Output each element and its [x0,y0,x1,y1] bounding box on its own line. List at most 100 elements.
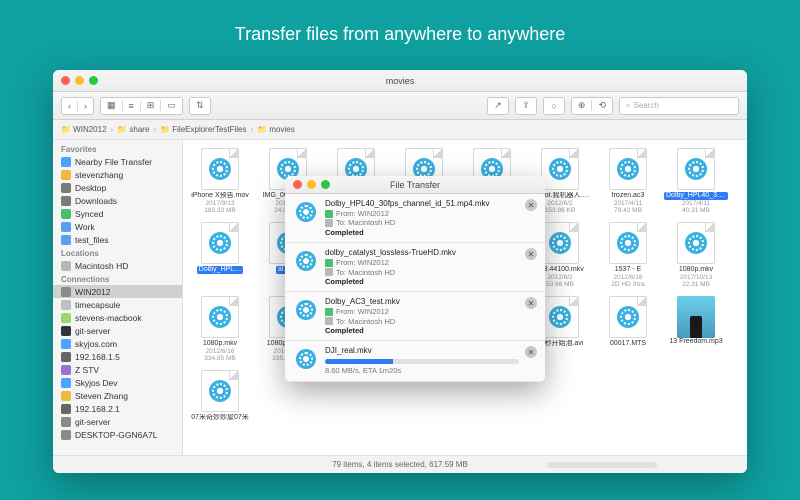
transfer-file-name: DJI_real.mkv [325,346,519,356]
transfer-from: From: WIN2012 [325,209,519,218]
sidebar-item[interactable]: Desktop [53,181,182,194]
file-icon [677,148,715,190]
sidebar-item[interactable]: skyjos.com [53,337,182,350]
sidebar-item[interactable]: test_files [53,233,182,246]
zoom-icon[interactable] [89,76,98,85]
file-item[interactable]: iPhone X预告.mov2017/9/13183.33 MB [187,146,253,216]
share-button[interactable]: ⇪ [515,97,537,115]
sidebar-item[interactable]: WIN2012 [53,285,182,298]
nav-buttons[interactable]: ‹› [61,97,94,115]
sidebar-item[interactable]: git-server [53,324,182,337]
sidebar-item-label: skyjos.com [75,339,117,349]
file-name: frozen.ac3 [612,192,645,200]
file-item[interactable]: 00017.MTS [595,294,661,364]
toolbar: ‹› ▦≡⊞▭ ⇅ ↗ ⇪ ○ ⊕⟲ ⌕Search [53,92,747,120]
sidebar-item[interactable]: DESKTOP-GGN6A7L [53,428,182,441]
sidebar-item[interactable]: Downloads [53,194,182,207]
transfer-cancel-button[interactable]: ✕ [525,297,537,309]
file-name: 1080p.mkv [679,266,713,274]
close-icon[interactable] [61,76,70,85]
sidebar-item-label: test_files [75,235,109,245]
sidebar-item-label: Z STV [75,365,99,375]
transfer-to: To: Macintosh HD [325,317,519,326]
file-item[interactable]: 1080p.mkv2017/10/1322.31 MB [663,220,729,290]
breadcrumb-item[interactable]: 📁 share [117,125,149,134]
sort-button[interactable]: ⇅ [189,97,211,115]
sidebar-item[interactable]: Skyjos Dev [53,376,182,389]
file-item[interactable]: 1537 - E2012/6/162D HD Xtra [595,220,661,290]
sidebar-item-label: Synced [75,209,103,219]
sidebar-item[interactable]: timecapsule [53,298,182,311]
file-icon [541,296,579,338]
file-item[interactable]: Dolby_HPL… [187,220,253,290]
sidebar-group: Favorites [53,142,182,155]
sidebar-item[interactable]: git-server [53,415,182,428]
sidebar-item-label: stevenzhang [75,170,123,180]
sidebar-item[interactable]: stevens-macbook [53,311,182,324]
sidebar-item[interactable]: 192.168.1.5 [53,350,182,363]
file-date: 2017/4/11 [614,200,642,207]
search-input[interactable]: ⌕Search [619,97,739,115]
view-buttons[interactable]: ▦≡⊞▭ [100,97,183,115]
file-size: 53.66 MB [546,281,574,288]
file-date: 2012/6/16 [206,348,235,355]
breadcrumb-item[interactable]: 📁 WIN2012 [61,125,107,134]
transfer-file-icon [293,199,319,225]
sidebar-item-label: Steven Zhang [75,391,128,401]
transfer-cancel-button[interactable]: ✕ [525,199,537,211]
file-item[interactable]: Dolby_HPL40_30fps_channel_id_51…2017/4/1… [663,146,729,216]
sidebar-item-icon [61,326,71,336]
file-item[interactable]: 07米奇妙妙屋07米 [187,368,253,424]
sidebar-group: Locations [53,246,182,259]
sidebar-item-icon [61,300,71,310]
sidebar: FavoritesNearby File Transfer stevenzhang… [53,140,183,455]
zoom-icon[interactable] [321,180,330,189]
file-date: 2012/6/2 [547,200,572,207]
file-item[interactable]: 13 Freedom.mp3 [663,294,729,364]
file-name: 13 Freedom.mp3 [669,338,722,346]
transfer-cancel-button[interactable]: ✕ [525,248,537,260]
transfer-file-name: Dolby_HPL40_30fps_channel_id_51.mp4.mkv [325,199,519,209]
sidebar-item-label: WIN2012 [75,287,110,297]
sidebar-item[interactable]: 192.168.2.1 [53,402,182,415]
tag-button[interactable]: ○ [543,97,565,115]
file-icon [201,370,239,412]
action-button[interactable]: ↗ [487,97,509,115]
file-name: 1537 - E [615,266,641,274]
file-item[interactable]: 1080p.mkv2012/6/16334.85 MB [187,294,253,364]
transfer-rate: 8.60 MB/s, ETA 1m20s [325,366,519,375]
sidebar-item-icon [61,261,71,271]
file-icon [609,222,647,264]
sidebar-item-icon [61,404,71,414]
file-size: 79.42 MB [614,207,642,214]
sidebar-item-icon [61,209,71,219]
sidebar-item-icon [61,222,71,232]
sidebar-item[interactable]: Macintosh HD [53,259,182,272]
minimize-icon[interactable] [307,180,316,189]
breadcrumb-item[interactable]: 📁 FileExplorerTestFiles [160,125,246,134]
transfer-file-name: Dolby_AC3_test.mkv [325,297,519,307]
space-bar [547,462,657,468]
minimize-icon[interactable] [75,76,84,85]
sidebar-item-label: git-server [75,417,110,427]
sidebar-item[interactable]: Nearby File Transfer [53,155,182,168]
sidebar-item[interactable]: Synced [53,207,182,220]
sidebar-item-label: DESKTOP-GGN6A7L [75,430,158,440]
sidebar-item[interactable]: Z STV [53,363,182,376]
extra-buttons[interactable]: ⊕⟲ [571,97,613,115]
sidebar-item[interactable]: Work [53,220,182,233]
file-name: 07米奇妙妙屋07米 [191,414,249,422]
breadcrumb[interactable]: 📁 WIN2012›📁 share›📁 FileExplorerTestFile… [53,120,747,140]
sidebar-item[interactable]: Steven Zhang [53,389,182,402]
breadcrumb-item[interactable]: 📁 movies [257,125,295,134]
sidebar-item[interactable]: stevenzhang [53,168,182,181]
file-item[interactable]: frozen.ac32017/4/1179.42 MB [595,146,661,216]
transfer-to: To: Macintosh HD [325,218,519,227]
close-icon[interactable] [293,180,302,189]
file-date: 2012/8/2 [547,274,572,281]
transfer-cancel-button[interactable]: ✕ [525,346,537,358]
transfer-to: To: Macintosh HD [325,268,519,277]
transfer-row: dolby_catalyst_lossless-TrueHD.mkvFrom: … [285,243,545,292]
file-name: iPhone X预告.mov [191,192,249,200]
sidebar-item-icon [61,235,71,245]
